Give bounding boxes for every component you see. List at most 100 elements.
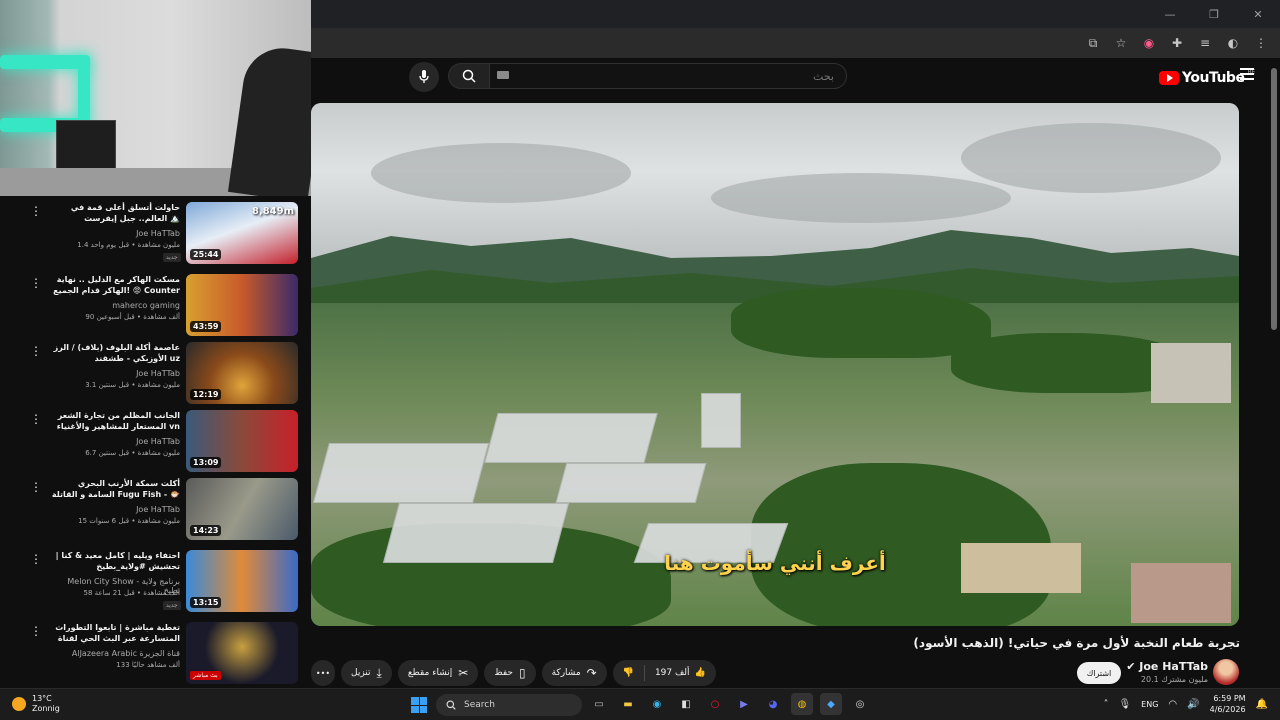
opera-icon[interactable]: ○ — [704, 693, 726, 715]
channel-avatar[interactable] — [1213, 659, 1239, 685]
dislike-button[interactable]: 👎 — [613, 660, 644, 686]
list-item[interactable]: ⋮ مسكت الهاكر مع الدليل .. نهاية الهاكر … — [0, 270, 311, 336]
microphone-icon[interactable]: 🎙 — [1118, 699, 1131, 710]
rec-title[interactable]: حاولت أتسلق أعلى قمة في العالم.. جبل إيف… — [50, 202, 180, 224]
share-button[interactable]: مشاركة ↷ — [541, 660, 607, 686]
weather-condition: Zonnig — [32, 704, 60, 713]
file-explorer-icon[interactable]: ▬ — [617, 693, 639, 715]
save-button[interactable]: حفظ ▯ — [484, 660, 536, 686]
install-app-icon[interactable]: ⧉ — [1082, 32, 1104, 54]
windows-start-icon[interactable] — [411, 697, 427, 713]
kebab-menu-icon[interactable]: ⋮ — [30, 276, 42, 290]
like-dislike-group: 👎 197 ألف 👍 — [612, 660, 716, 686]
rec-thumbnail[interactable]: 12:19 — [186, 342, 298, 404]
voice-search-button[interactable] — [409, 62, 439, 92]
reading-list-icon[interactable]: ≡ — [1194, 32, 1216, 54]
wifi-icon[interactable]: ◠ — [1168, 699, 1177, 710]
rec-title[interactable]: مسكت الهاكر مع الدليل .. نهاية الهاكر قد… — [50, 274, 180, 298]
rec-meta: 6.7 مليون مشاهدة • قبل سنتين — [85, 449, 180, 457]
recommendations-sidebar: ⋮ حاولت أتسلق أعلى قمة في العالم.. جبل إ… — [0, 196, 311, 688]
duration-badge: 13:15 — [190, 597, 222, 608]
rec-channel[interactable]: Joe HaTTab — [50, 229, 180, 238]
clip-button[interactable]: إنشاء مقطع ✂ — [397, 660, 479, 686]
search-icon — [446, 700, 456, 710]
scroll-thumb[interactable] — [1271, 68, 1277, 330]
rec-thumbnail[interactable]: 8,849m 25:44 — [186, 202, 298, 264]
rec-thumbnail[interactable]: 14:23 — [186, 478, 298, 540]
kebab-menu-icon[interactable]: ⋮ — [30, 480, 42, 494]
more-actions-button[interactable]: ••• — [311, 660, 335, 686]
duration-badge: 12:19 — [190, 389, 222, 400]
list-item[interactable]: ⋮ الجانب المظلم من تجارة الشعر المستعار … — [0, 406, 311, 472]
webcam-overlay — [0, 0, 311, 196]
rec-thumbnail[interactable]: 13:09 — [186, 410, 298, 472]
browser-menu-icon[interactable]: ⋮ — [1250, 32, 1272, 54]
rec-title[interactable]: أكلت سمكة الأرنب البحري السامة و القاتلة… — [50, 478, 180, 500]
list-item[interactable]: ⋮ حاولت أتسلق أعلى قمة في العالم.. جبل إ… — [0, 198, 311, 264]
rec-channel[interactable]: Joe HaTTab — [50, 437, 180, 446]
rec-thumbnail[interactable]: 43:59 — [186, 274, 298, 336]
chevron-up-icon[interactable]: ˄ — [1103, 699, 1108, 710]
list-item[interactable]: ⋮ أكلت سمكة الأرنب البحري السامة و القات… — [0, 474, 311, 540]
rec-meta: 1.4 مليون مشاهدة • قبل يوم واحد — [77, 241, 180, 249]
rec-title[interactable]: الجانب المظلم من تجارة الشعر المستعار لل… — [50, 410, 180, 432]
discord-icon[interactable]: ◕ — [762, 693, 784, 715]
hamburger-menu-icon[interactable] — [1240, 68, 1254, 80]
rec-meta: 15 مليون مشاهدة • قبل 6 سنوات — [78, 517, 180, 525]
rec-channel[interactable]: Joe HaTTab — [50, 369, 180, 378]
extension-record-icon[interactable]: ◉ — [1138, 32, 1160, 54]
rec-channel[interactable]: maherco gaming — [50, 301, 180, 310]
rec-channel[interactable]: Joe HaTTab — [50, 505, 180, 514]
minimize-button[interactable]: — — [1148, 0, 1192, 28]
clock[interactable]: 6:59 PM 4/6/2026 — [1210, 693, 1246, 715]
youtube-play-icon — [1159, 71, 1179, 85]
list-item[interactable]: ⋮ عاصمة أكلة البلوف (بلاف) / الرز الأوزب… — [0, 338, 311, 404]
kebab-menu-icon[interactable]: ⋮ — [30, 624, 42, 638]
store-icon[interactable]: ◧ — [675, 693, 697, 715]
rec-title[interactable]: احتفاء ويليه | كامل معيد & كنا | تحشيش #… — [50, 550, 180, 572]
obs-icon[interactable]: ◎ — [849, 693, 871, 715]
kebab-menu-icon[interactable]: ⋮ — [30, 552, 42, 566]
kebab-menu-icon[interactable]: ⋮ — [30, 344, 42, 358]
bookmark-icon: ▯ — [518, 666, 526, 680]
duration-badge: 25:44 — [190, 249, 222, 260]
rec-thumbnail[interactable]: 13:15 — [186, 550, 298, 612]
keyboard-icon[interactable] — [497, 71, 509, 79]
channel-name[interactable]: ✔ Joe HaTTab — [1120, 660, 1208, 673]
media-app-icon[interactable]: ▶ — [733, 693, 755, 715]
subscribe-button[interactable]: اشتراك — [1077, 662, 1121, 684]
chrome-icon[interactable]: ◍ — [791, 693, 813, 715]
close-button[interactable]: ✕ — [1236, 0, 1280, 28]
rec-meta: 58 ألف مشاهدة • قبل 21 ساعة — [83, 589, 181, 597]
bookmark-star-icon[interactable]: ☆ — [1110, 32, 1132, 54]
rec-title[interactable]: تغطية مباشرة | تابعوا التطورات المتسارعة… — [50, 622, 180, 646]
notification-bell-icon[interactable]: 🔔 — [1256, 699, 1268, 710]
kebab-menu-icon[interactable]: ⋮ — [30, 204, 42, 218]
list-item[interactable]: ⋮ احتفاء ويليه | كامل معيد & كنا | تحشيش… — [0, 546, 311, 612]
task-view-icon[interactable]: ▭ — [588, 693, 610, 715]
search-button[interactable] — [448, 63, 490, 89]
rec-title[interactable]: عاصمة أكلة البلوف (بلاف) / الرز الأوزبكي… — [50, 342, 180, 364]
search-input[interactable] — [489, 63, 847, 89]
maximize-button[interactable]: ❐ — [1192, 0, 1236, 28]
scissors-icon: ✂ — [458, 666, 469, 680]
download-button[interactable]: تنزيل ⤓ — [341, 660, 392, 686]
kebab-menu-icon[interactable]: ⋮ — [30, 412, 42, 426]
weather-widget[interactable]: 13°C Zonnig — [12, 694, 60, 714]
duration-badge: 43:59 — [190, 321, 222, 332]
page-scrollbar[interactable] — [1268, 58, 1280, 688]
video-player[interactable]: أعرف أنني سأموت هنا — [311, 103, 1239, 626]
profile-icon[interactable]: ◐ — [1222, 32, 1244, 54]
edge-icon[interactable]: ◉ — [646, 693, 668, 715]
list-item[interactable]: ⋮ تغطية مباشرة | تابعوا التطورات المتسار… — [0, 618, 311, 684]
like-button[interactable]: 197 ألف 👍 — [645, 660, 716, 686]
subscriber-count: 20.1 مليون مشترك — [1140, 675, 1208, 684]
taskbar-search[interactable]: Search — [436, 694, 582, 716]
editor-app-icon[interactable]: ◆ — [820, 693, 842, 715]
extensions-puzzle-icon[interactable]: ✚ — [1166, 32, 1188, 54]
language-indicator[interactable]: ENG — [1141, 700, 1158, 709]
thumbs-down-icon: 👎 — [622, 668, 634, 678]
rec-thumbnail[interactable]: بث مباشر — [186, 622, 298, 684]
volume-icon[interactable]: 🔊 — [1187, 699, 1199, 710]
rec-channel[interactable]: AlJazeera Arabic قناة الجزيرة — [50, 649, 180, 658]
